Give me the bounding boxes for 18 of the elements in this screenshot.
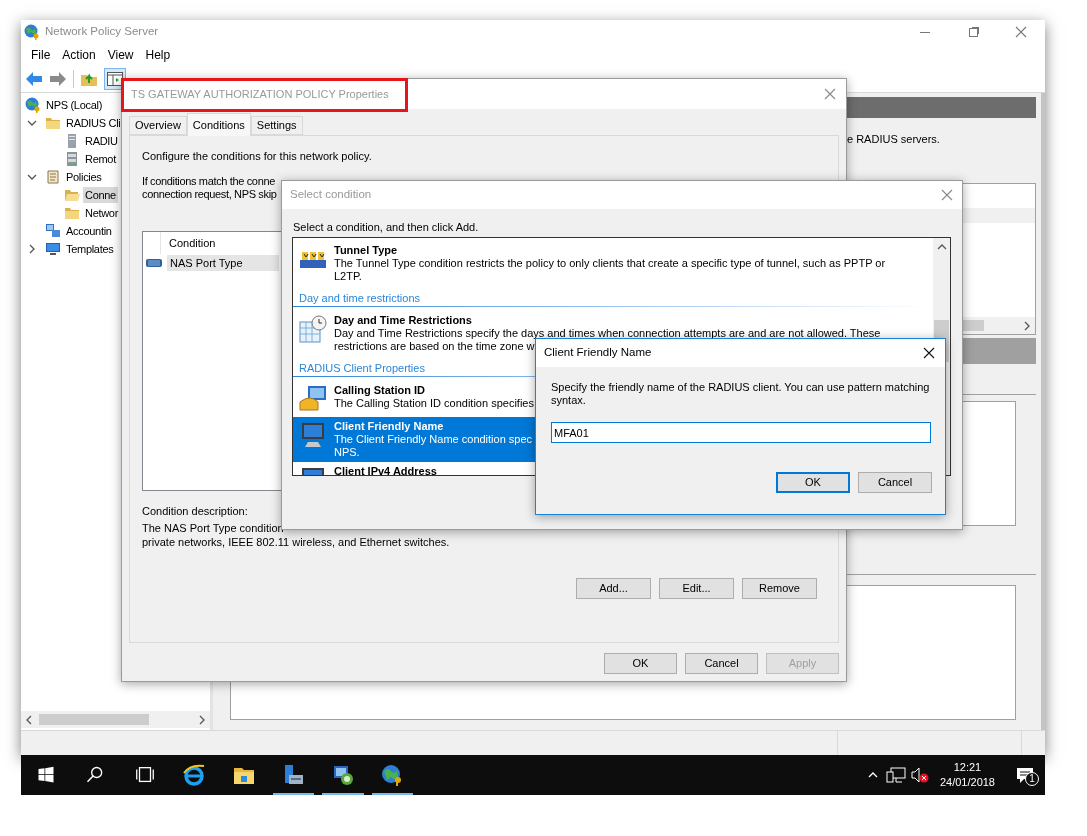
window-title: Network Policy Server [45, 24, 159, 40]
dialog-title: TS GATEWAY AUTHORIZATION POLICY Properties [131, 86, 389, 102]
group-header: Day and time restrictions [298, 291, 422, 305]
description-text: e RADIUS servers. [847, 132, 941, 146]
description-text: The NAS Port Type condition [142, 521, 285, 535]
prompt-text: Specify the friendly name of the RADIUS client. You can use pattern matching syntax. [551, 381, 930, 407]
note-text: If conditions match the conne [142, 175, 275, 188]
clock-date: 24/01/2018 [939, 775, 995, 790]
group-header: RADIUS Client Properties [298, 361, 426, 375]
clock-time: 12:21 [953, 760, 982, 775]
note-text: connection request, NPS skip [142, 188, 277, 201]
intro-text: Configure the conditions for this network policy. [142, 149, 373, 163]
notification-badge: 1 [1025, 772, 1039, 786]
description-text: private networks, IEEE 802.11 wireless, and Ethernet switches. [142, 535, 451, 549]
dialog-title: Select condition [290, 187, 372, 203]
dialog-title: Client Friendly Name [544, 345, 652, 361]
prompt-text: Select a condition, and then click Add. [293, 220, 480, 234]
description-label: Condition description: [142, 504, 249, 518]
